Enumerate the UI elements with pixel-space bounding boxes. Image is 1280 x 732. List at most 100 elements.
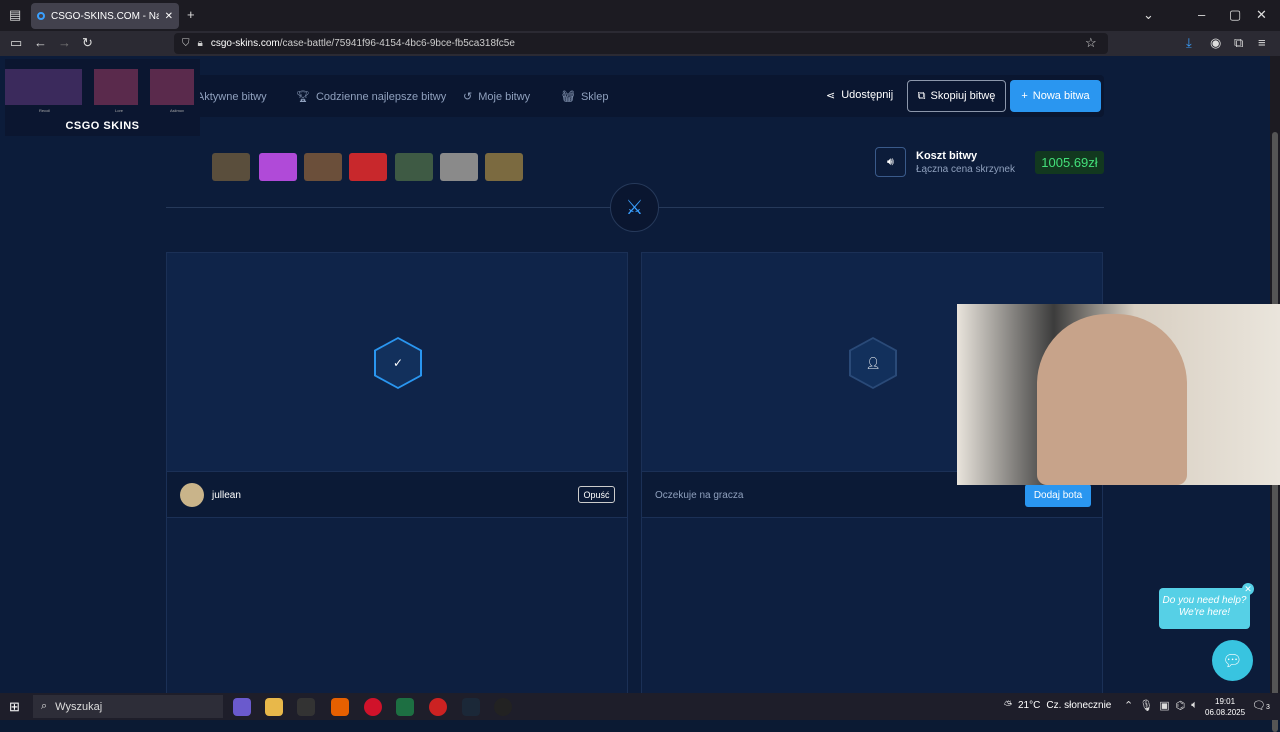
date: 06.08.2025 xyxy=(1205,708,1246,717)
favicon-icon xyxy=(37,12,45,20)
shield-icon: ⛉ xyxy=(182,38,190,49)
case-item[interactable] xyxy=(440,153,478,181)
nav-shop[interactable]: 🧺︎ Sklep xyxy=(561,90,609,104)
windows-start-icon[interactable]: ⊞ xyxy=(9,699,20,715)
firefox-icon[interactable] xyxy=(331,698,349,716)
skin-label: Lore xyxy=(115,108,124,113)
app-icon[interactable] xyxy=(429,698,447,716)
menu-icon[interactable]: ≡ xyxy=(1258,36,1266,50)
time: 19:01 xyxy=(1215,697,1236,706)
url-domain: csgo-skins.com xyxy=(210,38,280,49)
network-icon[interactable]: ⌬ xyxy=(1176,699,1186,712)
close-tab-icon[interactable]: ✕ xyxy=(165,11,173,22)
close-icon[interactable]: ✕ xyxy=(1242,583,1254,595)
case-item[interactable] xyxy=(349,153,387,181)
notifications-icon[interactable]: 🗨︎3 xyxy=(1252,699,1270,712)
windows-taskbar: ⊞ ⌕ Wyszukaj ⛅︎ 21°C Cz. słonecznie ⌃ 🎙︎ ▣ … xyxy=(0,693,1280,720)
speaker-icon: 🔊︎ xyxy=(887,155,894,168)
back-icon[interactable]: ← xyxy=(34,36,47,50)
case-item[interactable] xyxy=(259,153,297,181)
app-tray-icon[interactable]: ▣ xyxy=(1159,699,1169,712)
cost-title: Koszt bitwy xyxy=(916,150,978,162)
player1-bar: jullean Opuść xyxy=(166,472,628,518)
folder-icon[interactable] xyxy=(265,698,283,716)
nav-label: Aktywne bitwy xyxy=(196,90,267,103)
sidebar-icon[interactable]: ▭ xyxy=(10,36,22,50)
nav-my-battles[interactable]: ↺ Moje bitwy xyxy=(463,90,531,104)
lock-icon: 🔒︎ xyxy=(197,38,203,49)
help-bubble[interactable]: Do you need help? We're here! xyxy=(1159,588,1250,629)
user-icon: 👤︎ xyxy=(849,337,897,389)
nav-label: Codzienne najlepsze bitwy xyxy=(315,90,447,103)
case-item[interactable] xyxy=(304,153,342,181)
stream-logo-overlay: Recoil Lore Asiimov CSGO SKINS xyxy=(5,59,200,136)
sun-cloud-icon: ⛅︎ xyxy=(1004,700,1012,711)
player-name: jullean xyxy=(212,490,241,501)
download-icon[interactable]: ⤓ xyxy=(1186,36,1192,50)
nav-label: Moje bitwy xyxy=(478,90,531,103)
temperature: 21°C xyxy=(1018,700,1041,711)
browser-tab[interactable]: CSGO-SKINS.COM - Najlepsze ✕ xyxy=(31,3,179,29)
chat-button[interactable]: 💬︎ xyxy=(1212,640,1253,681)
browser-navbar: ▭ ← → ↻ ⛉ 🔒︎ csgo-skins.com/case-battle/… xyxy=(0,31,1280,56)
skin-label: Asiimov xyxy=(170,108,185,113)
ready-check-icon: ✓ xyxy=(374,337,422,389)
reload-icon[interactable]: ↻ xyxy=(82,36,93,50)
cost-subtitle: Łączna cena skrzynek xyxy=(916,164,1015,175)
add-bot-button[interactable]: Dodaj bota xyxy=(1025,484,1091,507)
new-battle-button[interactable]: + Nowa bitwa xyxy=(1010,80,1101,112)
close-window-icon[interactable]: ✕ xyxy=(1256,7,1267,23)
plus-icon: + xyxy=(1021,90,1028,102)
weather-widget[interactable]: ⛅︎ 21°C Cz. słonecznie xyxy=(1004,700,1111,711)
streamer-image xyxy=(1037,314,1187,485)
forward-icon[interactable]: → xyxy=(58,36,71,50)
case-item[interactable] xyxy=(395,153,433,181)
url-bar[interactable]: ⛉ 🔒︎ csgo-skins.com/case-battle/75941f96… xyxy=(174,33,1108,54)
chat-icon: 💬︎ xyxy=(1222,652,1243,670)
volume-icon[interactable]: 🔈︎ xyxy=(1191,699,1198,712)
browser-tab-bar: ▤ CSGO-SKINS.COM - Najlepsze ✕ + ⌄ – ▢ ✕ xyxy=(0,0,1280,31)
trophy-icon: 🏆︎ xyxy=(296,91,310,103)
opera-icon[interactable] xyxy=(364,698,382,716)
maximize-icon[interactable]: ▢ xyxy=(1229,7,1241,23)
cost-value: 1005.69zł xyxy=(1035,151,1104,174)
new-tab-icon[interactable]: + xyxy=(187,7,195,22)
app-icon[interactable] xyxy=(494,698,512,716)
clock[interactable]: 19:01 06.08.2025 xyxy=(1205,696,1245,718)
help-line: We're here! xyxy=(1178,607,1231,618)
excel-icon[interactable] xyxy=(396,698,414,716)
battle-nav: ⚔Aktywne bitwy 🏆︎Codzienne najlepsze bit… xyxy=(166,75,1104,117)
weather-desc: Cz. słonecznie xyxy=(1046,700,1112,711)
steam-icon[interactable] xyxy=(462,698,480,716)
share-icon: ⋖ xyxy=(826,90,836,102)
leave-button[interactable]: Opuść xyxy=(578,486,615,503)
nav-daily-best[interactable]: 🏆︎ Codzienne najlepsze bitwy xyxy=(296,90,447,104)
taskbar-search[interactable]: ⌕ Wyszukaj xyxy=(33,695,223,718)
search-placeholder: Wyszukaj xyxy=(55,700,103,713)
history-icon: ↺ xyxy=(463,91,473,103)
case-item[interactable] xyxy=(212,153,250,181)
logo-text: CSGO SKINS xyxy=(65,120,140,132)
case-item[interactable] xyxy=(485,153,523,181)
extensions-icon[interactable]: ⧉ xyxy=(1234,36,1243,50)
player1-items-area xyxy=(166,518,628,693)
chevron-up-icon[interactable]: ⌃ xyxy=(1124,699,1133,712)
bookmark-star-icon[interactable]: ☆ xyxy=(1085,36,1097,50)
microphone-icon[interactable]: 🎙︎ xyxy=(1139,699,1153,712)
new-label: Nowa bitwa xyxy=(1032,90,1090,102)
app-icon[interactable] xyxy=(233,698,251,716)
share-label: Udostępnij xyxy=(841,89,894,101)
epic-games-icon[interactable] xyxy=(297,698,315,716)
notification-count: 3 xyxy=(1265,704,1270,711)
copy-battle-button[interactable]: ⧉ Skopiuj bitwę xyxy=(907,80,1006,112)
skin-label: Recoil xyxy=(39,108,51,113)
tab-list-icon[interactable]: ▤ xyxy=(9,7,21,23)
chevron-down-icon[interactable]: ⌄ xyxy=(1143,7,1154,23)
system-tray: ⌃ 🎙︎ ▣ ⌬ 🔈︎ xyxy=(1124,699,1198,712)
skin-thumb xyxy=(94,69,138,105)
account-icon[interactable]: ◉ xyxy=(1210,36,1221,50)
share-button[interactable]: ⋖ Udostępnij xyxy=(826,89,893,102)
skin-thumb xyxy=(150,69,194,105)
minimize-icon[interactable]: – xyxy=(1198,7,1205,22)
sound-toggle-button[interactable]: 🔊︎ xyxy=(875,147,906,177)
